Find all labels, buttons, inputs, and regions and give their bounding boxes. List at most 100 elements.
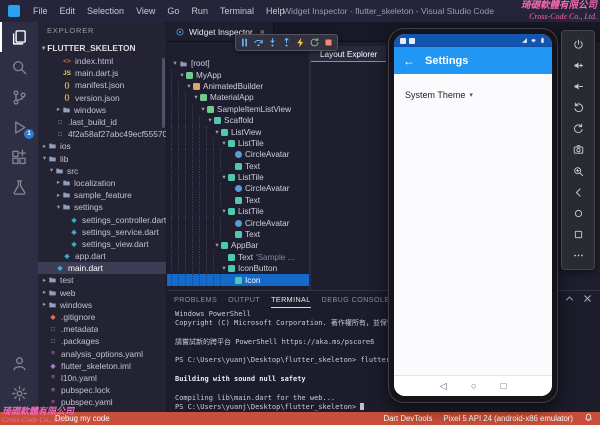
explorer-item-settings-view-dart[interactable]: ◈settings_view.dart	[38, 238, 166, 250]
explorer-item-flutter-skeleton-iml[interactable]: ◆flutter_skeleton.iml	[38, 360, 166, 372]
activity-run-debug[interactable]: 1	[0, 112, 38, 142]
panel-tab-terminal[interactable]: TERMINAL	[271, 291, 311, 308]
widget-node-sampleitemlistview[interactable]: ▾SampleItemListView	[167, 104, 309, 115]
panel-tab-output[interactable]: OUTPUT	[228, 291, 260, 308]
menu-edit[interactable]: Edit	[54, 6, 82, 16]
activity-explorer[interactable]	[0, 22, 38, 52]
menu-file[interactable]: File	[27, 6, 54, 16]
explorer-item-settings-service-dart[interactable]: ◈settings_service.dart	[38, 226, 166, 238]
explorer-item-lib[interactable]: ▾lib	[38, 153, 166, 165]
explorer-item-windows[interactable]: ▸windows	[38, 299, 166, 311]
emulator-rotate-right-button[interactable]	[569, 120, 587, 138]
widget-node-listtile[interactable]: ▾ListTile	[167, 138, 309, 149]
emulator-more-button[interactable]	[569, 247, 587, 265]
explorer-item-version-json[interactable]: {}version.json	[38, 92, 166, 104]
notifications-bell-button[interactable]	[584, 413, 593, 424]
widget-node-text[interactable]: Text'Sample ...	[167, 252, 309, 263]
explorer-item-manifest-json[interactable]: {}manifest.json	[38, 79, 166, 91]
widget-node-circleavatar[interactable]: CircleAvatar	[167, 183, 309, 194]
widget-node-listtile[interactable]: ▾ListTile	[167, 172, 309, 183]
menu-run[interactable]: Run	[185, 6, 214, 16]
widget-node-circleavatar[interactable]: CircleAvatar	[167, 149, 309, 160]
close-panel-button[interactable]	[582, 291, 593, 309]
widget-node-text[interactable]: Text	[167, 161, 309, 172]
widget-node-materialapp[interactable]: ▾MaterialApp	[167, 92, 309, 103]
explorer-item-ios[interactable]: ▸ios	[38, 140, 166, 152]
explorer-item-4f2a58af27abc49ecf55570043bb8[interactable]: □4f2a58af27abc49ecf55570043bb8...	[38, 128, 166, 140]
panel-tab-problems[interactable]: PROBLEMS	[174, 291, 217, 308]
emulator-overview-button[interactable]	[569, 226, 587, 244]
emulator-home-button[interactable]	[569, 205, 587, 223]
explorer-item-test[interactable]: ▸test	[38, 274, 166, 286]
explorer-item-index-html[interactable]: <>index.html	[38, 55, 166, 67]
explorer-item-src[interactable]: ▾src	[38, 165, 166, 177]
menu-terminal[interactable]: Terminal	[214, 6, 260, 16]
step-into-button[interactable]	[266, 36, 279, 49]
explorer-item-settings[interactable]: ▾settings	[38, 201, 166, 213]
explorer-item-main-dart-js[interactable]: JSmain.dart.js	[38, 67, 166, 79]
menu-go[interactable]: Go	[161, 6, 185, 16]
activity-extensions[interactable]	[0, 142, 38, 172]
theme-dropdown[interactable]: System Theme ▾	[405, 90, 473, 100]
widget-node-text[interactable]: Text	[167, 229, 309, 240]
widget-node-iconbutton[interactable]: ▾IconButton	[167, 263, 309, 274]
maximize-panel-button[interactable]	[564, 291, 575, 309]
sidebar-scrollbar[interactable]	[162, 58, 165, 128]
widget-node-root[interactable]: ▾[root]	[167, 58, 309, 69]
nav-back-button[interactable]: ◁	[440, 381, 447, 392]
widget-node-circleavatar[interactable]: CircleAvatar	[167, 217, 309, 228]
hot-reload-button[interactable]	[294, 36, 307, 49]
widget-node-text[interactable]: Text	[167, 195, 309, 206]
menu-selection[interactable]: Selection	[81, 6, 130, 16]
panel-tab-debug-console[interactable]: DEBUG CONSOLE	[322, 291, 390, 308]
step-over-button[interactable]	[252, 36, 265, 49]
explorer-item-l10n-yaml[interactable]: ≡l10n.yaml	[38, 372, 166, 384]
explorer-item-last-build-id[interactable]: □.last_build_id	[38, 116, 166, 128]
widget-node-listtile[interactable]: ▾ListTile	[167, 206, 309, 217]
step-out-button[interactable]	[280, 36, 293, 49]
explorer-item-gitignore[interactable]: ◆.gitignore	[38, 311, 166, 323]
explorer-item-localization[interactable]: ▸localization	[38, 177, 166, 189]
explorer-item-pubspec-lock[interactable]: ≡pubspec.lock	[38, 384, 166, 396]
explorer-item-packages[interactable]: □.packages	[38, 335, 166, 347]
explorer-item-settings-controller-dart[interactable]: ◈settings_controller.dart	[38, 213, 166, 225]
restart-button[interactable]	[308, 36, 321, 49]
nav-home-button[interactable]: ○	[471, 381, 477, 392]
explorer-item-main-dart[interactable]: ◈main.dart	[38, 262, 166, 274]
widget-node-icon[interactable]: Icon	[167, 274, 309, 285]
explorer-item-web[interactable]: ▸web	[38, 287, 166, 299]
activity-settings-gear[interactable]	[0, 378, 38, 408]
emulator-volume-down-button[interactable]	[569, 77, 587, 95]
emulator-rotate-left-button[interactable]	[569, 99, 587, 117]
activity-source-control[interactable]	[0, 82, 38, 112]
widget-node-listview[interactable]: ▾ListView	[167, 126, 309, 137]
explorer-item-analysis-options-yaml[interactable]: ≡analysis_options.yaml	[38, 348, 166, 360]
activity-account[interactable]	[0, 348, 38, 378]
explorer-item-windows[interactable]: ▸windows	[38, 104, 166, 116]
pause-button[interactable]	[238, 36, 251, 49]
widget-node-animatedbuilder[interactable]: ▾AnimatedBuilder	[167, 81, 309, 92]
back-arrow-icon[interactable]: ←	[403, 54, 415, 68]
stop-button[interactable]	[322, 36, 335, 49]
explorer-item-sample-feature[interactable]: ▸sample_feature	[38, 189, 166, 201]
emulator-camera-button[interactable]	[569, 141, 587, 159]
nav-overview-button[interactable]: □	[501, 381, 507, 392]
explorer-section-header[interactable]: ▾ FLUTTER_SKELETON	[38, 40, 166, 55]
tree-guide	[185, 217, 192, 228]
menu-view[interactable]: View	[130, 6, 161, 16]
emulator-zoom-in-button[interactable]	[569, 162, 587, 180]
widget-node-appbar[interactable]: ▾AppBar	[167, 240, 309, 251]
widget-node-myapp[interactable]: ▾MyApp	[167, 69, 309, 80]
status-dart-devtools[interactable]: Dart DevTools	[383, 414, 432, 423]
activity-search[interactable]	[0, 52, 38, 82]
activity-test[interactable]	[0, 172, 38, 202]
emulator-back-button[interactable]	[569, 183, 587, 201]
status-debug-my-code[interactable]: Debug my code	[55, 414, 110, 423]
emulator-volume-up-button[interactable]	[569, 56, 587, 74]
explorer-item-app-dart[interactable]: ◈app.dart	[38, 250, 166, 262]
emulator-power-button[interactable]	[569, 35, 587, 53]
status-pixel-5-api-24-android-x86-emulator[interactable]: Pixel 5 API 24 (android-x86 emulator)	[443, 414, 573, 423]
widget-node-scaffold[interactable]: ▾Scaffold	[167, 115, 309, 126]
explorer-item-metadata[interactable]: □.metadata	[38, 323, 166, 335]
explorer-item-pubspec-yaml[interactable]: ≡pubspec.yaml	[38, 396, 166, 408]
